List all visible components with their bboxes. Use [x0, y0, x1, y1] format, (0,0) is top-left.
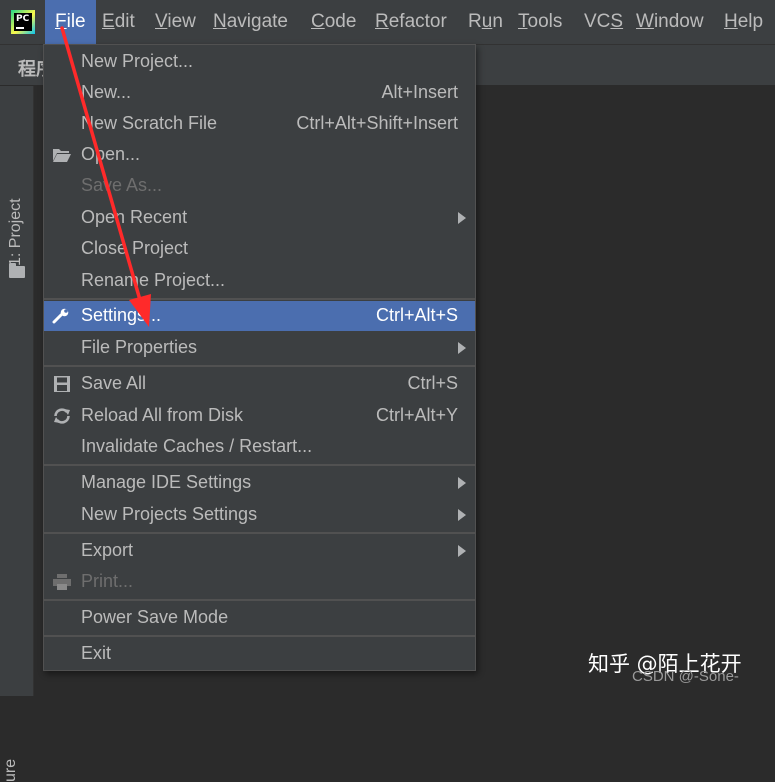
open-folder-icon [53, 149, 71, 162]
menu-separator [44, 365, 475, 367]
project-tool-window-tab[interactable]: 1: Project [5, 184, 31, 266]
menu-mnemonic: E [102, 11, 115, 32]
menu-item-open-recent[interactable]: Open Recent [44, 203, 475, 233]
menu-item-save-as: Save As... [44, 171, 475, 201]
structure-tab-label[interactable]: ure [2, 759, 20, 782]
menu-item-label: New... [81, 82, 132, 102]
menu-item-new-project[interactable]: New Project... [44, 47, 475, 77]
menu-item-invalidate-caches[interactable]: Invalidate Caches / Restart... [44, 432, 475, 462]
submenu-arrow-icon [458, 509, 466, 521]
menu-separator [44, 599, 475, 601]
menu-item-shortcut: Alt+Insert [381, 82, 458, 102]
menu-file[interactable]: File [45, 0, 96, 44]
menu-item-settings[interactable]: Settings... Ctrl+Alt+S [44, 301, 475, 331]
wrench-icon [52, 308, 69, 324]
pycharm-logo-icon: PC [11, 10, 35, 34]
menu-item-label: File Properties [81, 337, 198, 357]
menu-item-label: Settings... [81, 305, 162, 325]
menu-item-label: Open... [81, 144, 141, 164]
menu-bar: PC File Edit View Navigate Code Refactor Run To… [0, 0, 775, 44]
menu-mnemonic: W [636, 11, 654, 32]
menu-item-label: Reload All from Disk [81, 405, 244, 425]
menu-item-new[interactable]: New... Alt+Insert [44, 78, 475, 108]
menu-help[interactable]: Help [724, 0, 763, 44]
menu-item-label: Print... [81, 571, 134, 591]
menu-item-export[interactable]: Export [44, 536, 475, 566]
menu-edit[interactable]: Edit [102, 0, 135, 44]
menu-mnemonic: R [375, 11, 389, 32]
menu-tools[interactable]: Tools [518, 0, 562, 44]
left-tool-window-bar: 1: Project ure [0, 86, 34, 782]
menu-separator [44, 635, 475, 637]
submenu-arrow-icon [458, 342, 466, 354]
submenu-arrow-icon [458, 212, 466, 224]
menu-item-reload-all[interactable]: Reload All from Disk Ctrl+Alt+Y [44, 401, 475, 431]
menu-item-label: Open Recent [81, 207, 188, 227]
menu-item-rename-project[interactable]: Rename Project... [44, 266, 475, 296]
menu-mnemonic: V [155, 11, 168, 32]
folder-icon [9, 263, 25, 278]
menu-separator [44, 464, 475, 466]
submenu-arrow-icon [458, 545, 466, 557]
menu-item-shortcut: Ctrl+Alt+Y [375, 405, 458, 425]
watermark-csdn: CSDN @-Sone- [632, 668, 739, 685]
file-menu-dropdown: New Project... New... Alt+Insert New Scr… [43, 44, 476, 671]
menu-item-label: Manage IDE Settings [81, 472, 252, 492]
menu-navigate[interactable]: Navigate [213, 0, 288, 44]
menu-vcs[interactable]: VCS [584, 0, 623, 44]
menu-item-close-project[interactable]: Close Project [44, 234, 475, 264]
menu-item-label: New Project... [81, 51, 194, 71]
submenu-arrow-icon [458, 477, 466, 489]
menu-item-new-projects-settings[interactable]: New Projects Settings [44, 500, 475, 530]
menu-item-shortcut: Ctrl+Alt+Shift+Insert [296, 113, 458, 133]
menu-item-file-properties[interactable]: File Properties [44, 333, 475, 363]
menu-item-label: New Projects Settings [81, 504, 258, 524]
menu-view[interactable]: View [155, 0, 196, 44]
menu-item-label: Rename Project... [81, 270, 226, 290]
menu-mnemonic: C [311, 11, 325, 32]
menu-mnemonic: N [213, 11, 227, 32]
menu-separator [44, 298, 475, 300]
menu-item-label: New Scratch File [81, 113, 218, 133]
menu-item-save-all[interactable]: Save All Ctrl+S [44, 369, 475, 399]
menu-item-manage-ide-settings[interactable]: Manage IDE Settings [44, 468, 475, 498]
menu-mnemonic: F [55, 11, 67, 32]
menu-item-exit[interactable]: Exit [44, 639, 475, 669]
menu-item-power-save-mode[interactable]: Power Save Mode [44, 603, 475, 633]
menu-item-print: Print... [44, 567, 475, 597]
menu-item-label: Exit [81, 643, 112, 663]
menu-mnemonic: u [481, 11, 493, 32]
menu-item-label: Power Save Mode [81, 607, 229, 627]
menu-mnemonic: H [724, 11, 738, 32]
menu-item-label: Close Project [81, 238, 189, 258]
menu-run[interactable]: Run [468, 0, 503, 44]
menu-item-label: Invalidate Caches / Restart... [81, 436, 313, 456]
menu-mnemonic: S [610, 11, 624, 32]
menu-item-label: Save All [81, 373, 147, 393]
menu-mnemonic: T [518, 11, 528, 32]
menu-item-shortcut: Ctrl+Alt+S [375, 305, 458, 325]
project-tab-label: 1: Project [7, 198, 24, 266]
menu-separator [44, 532, 475, 534]
menu-item-label: Export [81, 540, 134, 560]
printer-icon [53, 574, 71, 590]
menu-item-open[interactable]: Open... [44, 140, 475, 170]
menu-code[interactable]: Code [311, 0, 356, 44]
menu-item-new-scratch-file[interactable]: New Scratch File Ctrl+Alt+Shift+Insert [44, 109, 475, 139]
menu-item-shortcut: Ctrl+S [407, 373, 458, 393]
menu-item-label: Save As... [81, 175, 163, 195]
menu-window[interactable]: Window [636, 0, 704, 44]
refresh-icon [54, 408, 70, 424]
menu-refactor[interactable]: Refactor [375, 0, 447, 44]
floppy-disk-icon [54, 376, 70, 392]
